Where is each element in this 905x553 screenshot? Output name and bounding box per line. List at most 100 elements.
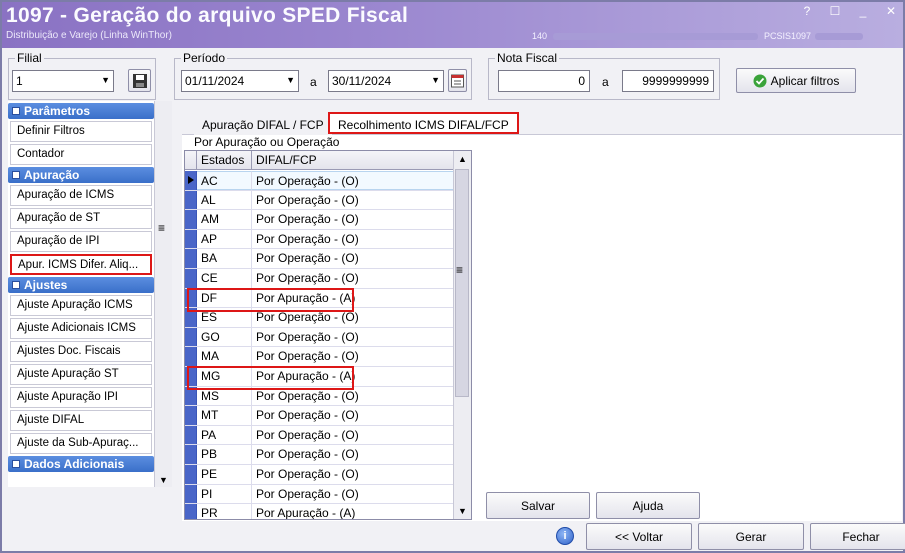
generate-button[interactable]: Gerar <box>698 523 804 550</box>
cell-difal-fcp[interactable]: Por Operação - (O) <box>252 465 454 484</box>
collapse-icon <box>12 460 20 468</box>
tab-apuracao-difal-fcp[interactable]: Apuração DIFAL / FCP <box>194 114 332 136</box>
sidebar-scrollbar[interactable]: ≡ ▼ <box>154 101 172 487</box>
tab-recolhimento-icms-difal-fcp[interactable]: Recolhimento ICMS DIFAL/FCP <box>328 112 519 134</box>
window-controls: ? ☐ _ ✕ <box>801 4 897 18</box>
cell-difal-fcp[interactable]: Por Operação - (O) <box>252 269 454 288</box>
table-row[interactable]: GO Por Operação - (O) <box>185 327 454 348</box>
date-start-picker[interactable]: 01/11/2024 ▼ <box>181 70 299 92</box>
row-indicator <box>185 504 197 519</box>
sidebar-item-apuracao-st[interactable]: Apuração de ST <box>10 208 152 229</box>
table-row[interactable]: AP Por Operação - (O) <box>185 229 454 250</box>
date-end-picker[interactable]: 30/11/2024 ▼ <box>328 70 444 92</box>
cell-difal-fcp[interactable]: Por Operação - (O) <box>252 328 454 347</box>
cell-estado[interactable]: MT <box>197 406 252 425</box>
table-row[interactable]: PB Por Operação - (O) <box>185 445 454 465</box>
highlight-mg-row <box>187 366 354 390</box>
chevron-down-icon[interactable]: ▼ <box>159 475 168 485</box>
sidebar-item-definir-filtros[interactable]: Definir Filtros <box>10 121 152 142</box>
column-header-estados[interactable]: Estados <box>197 151 252 169</box>
apply-filters-button[interactable]: Aplicar filtros <box>736 68 856 93</box>
cell-estado[interactable]: AC <box>197 171 252 190</box>
sidebar-item-ajuste-adicionais-icms[interactable]: Ajuste Adicionais ICMS <box>10 318 152 339</box>
row-indicator <box>185 464 197 484</box>
cell-estado[interactable]: GO <box>197 327 252 347</box>
table-row[interactable]: AM Por Operação - (O) <box>185 210 454 230</box>
table-row[interactable]: MT Por Operação - (O) <box>185 406 454 426</box>
cell-estado[interactable]: PR <box>197 504 252 519</box>
row-indicator <box>185 190 197 210</box>
cell-difal-fcp[interactable]: Por Operação - (O) <box>252 230 454 249</box>
help-button[interactable]: Ajuda <box>596 492 700 519</box>
cell-estado[interactable]: PB <box>197 445 252 464</box>
nf-end-input[interactable]: 9999999999 <box>622 70 714 92</box>
cell-estado[interactable]: PI <box>197 484 252 504</box>
cell-difal-fcp[interactable]: Por Operação - (O) <box>252 426 454 445</box>
cell-difal-fcp[interactable]: Por Operação - (O) <box>252 210 454 229</box>
cell-difal-fcp[interactable]: Por Operação - (O) <box>252 171 454 190</box>
save-filial-button[interactable] <box>128 69 151 92</box>
table-row[interactable]: BA Por Operação - (O) <box>185 249 454 269</box>
restore-icon[interactable]: ☐ <box>829 4 841 18</box>
cell-difal-fcp[interactable]: Por Operação - (O) <box>252 485 454 504</box>
table-row[interactable]: PA Por Operação - (O) <box>185 425 454 446</box>
nf-start-input[interactable]: 0 <box>498 70 590 92</box>
table-row[interactable]: PI Por Operação - (O) <box>185 484 454 505</box>
minimize-icon[interactable]: _ <box>857 4 869 18</box>
sidebar-item-ajuste-apuracao-ipi[interactable]: Ajuste Apuração IPI <box>10 387 152 408</box>
table-row[interactable]: CE Por Operação - (O) <box>185 268 454 289</box>
cell-estado[interactable]: AP <box>197 229 252 249</box>
cell-difal-fcp[interactable]: Por Operação - (O) <box>252 347 454 366</box>
sidebar-item-ajuste-sub-apuracao[interactable]: Ajuste da Sub-Apuraç... <box>10 433 152 454</box>
table-row[interactable]: MA Por Operação - (O) <box>185 347 454 367</box>
filial-select[interactable]: 1 ▼ <box>12 70 114 92</box>
sidebar-item-ajuste-apuracao-icms[interactable]: Ajuste Apuração ICMS <box>10 295 152 316</box>
back-button[interactable]: << Voltar <box>586 523 692 550</box>
grid-scrollbar[interactable]: ▲ ≡ ▼ <box>453 151 471 519</box>
sidebar-item-apur-icms-difer[interactable]: Apur. ICMS Difer. Aliq... <box>10 254 152 275</box>
check-circle-icon <box>753 74 767 87</box>
chevron-down-icon[interactable]: ▼ <box>458 506 467 516</box>
table-row[interactable]: AC Por Operação - (O) <box>185 171 454 191</box>
chevron-down-icon: ▼ <box>101 75 110 85</box>
cell-difal-fcp[interactable]: Por Operação - (O) <box>252 191 454 210</box>
sidebar-section-parametros[interactable]: Parâmetros <box>8 103 154 119</box>
cell-estado[interactable]: CE <box>197 268 252 288</box>
cell-estado[interactable]: AL <box>197 190 252 210</box>
cell-difal-fcp[interactable]: Por Operação - (O) <box>252 249 454 268</box>
close-button[interactable]: Fechar <box>810 523 905 550</box>
table-row[interactable]: AL Por Operação - (O) <box>185 190 454 211</box>
window-subtitle: Distribuição e Varejo (Linha WinThor) <box>6 30 172 41</box>
sidebar-item-ajuste-difal[interactable]: Ajuste DIFAL <box>10 410 152 431</box>
sidebar-section-ajustes[interactable]: Ajustes <box>8 277 154 293</box>
close-icon[interactable]: ✕ <box>885 4 897 18</box>
cell-estado[interactable]: MA <box>197 347 252 366</box>
row-indicator <box>185 484 197 504</box>
cell-difal-fcp[interactable]: Por Operação - (O) <box>252 406 454 425</box>
sidebar-item-apuracao-ipi[interactable]: Apuração de IPI <box>10 231 152 252</box>
column-header-difal-fcp[interactable]: DIFAL/FCP <box>252 151 454 169</box>
cell-estado[interactable]: PA <box>197 425 252 445</box>
info-icon[interactable]: i <box>556 527 574 545</box>
save-button[interactable]: Salvar <box>486 492 590 519</box>
sidebar-section-dados-adicionais[interactable]: Dados Adicionais <box>8 456 154 472</box>
sidebar-item-apuracao-icms[interactable]: Apuração de ICMS <box>10 185 152 206</box>
chevron-up-icon[interactable]: ▲ <box>458 154 467 164</box>
scroll-thumb[interactable] <box>455 169 469 397</box>
sidebar-item-ajuste-apuracao-st[interactable]: Ajuste Apuração ST <box>10 364 152 385</box>
cell-estado[interactable]: BA <box>197 249 252 268</box>
table-row[interactable]: PR Por Apuração - (A) <box>185 504 454 519</box>
chevron-down-icon: ▼ <box>431 75 440 85</box>
sidebar-item-ajustes-doc-fiscais[interactable]: Ajustes Doc. Fiscais <box>10 341 152 362</box>
redacted-text <box>815 33 864 41</box>
table-row[interactable]: PE Por Operação - (O) <box>185 464 454 485</box>
sidebar-item-contador[interactable]: Contador <box>10 144 152 165</box>
grid-header: Estados DIFAL/FCP <box>185 151 454 170</box>
cell-estado[interactable]: AM <box>197 210 252 229</box>
cell-difal-fcp[interactable]: Por Apuração - (A) <box>252 504 454 519</box>
help-icon[interactable]: ? <box>801 4 813 18</box>
sidebar-section-apuracao[interactable]: Apuração <box>8 167 154 183</box>
calendar-button[interactable] <box>448 69 467 92</box>
cell-estado[interactable]: PE <box>197 464 252 484</box>
cell-difal-fcp[interactable]: Por Operação - (O) <box>252 445 454 464</box>
